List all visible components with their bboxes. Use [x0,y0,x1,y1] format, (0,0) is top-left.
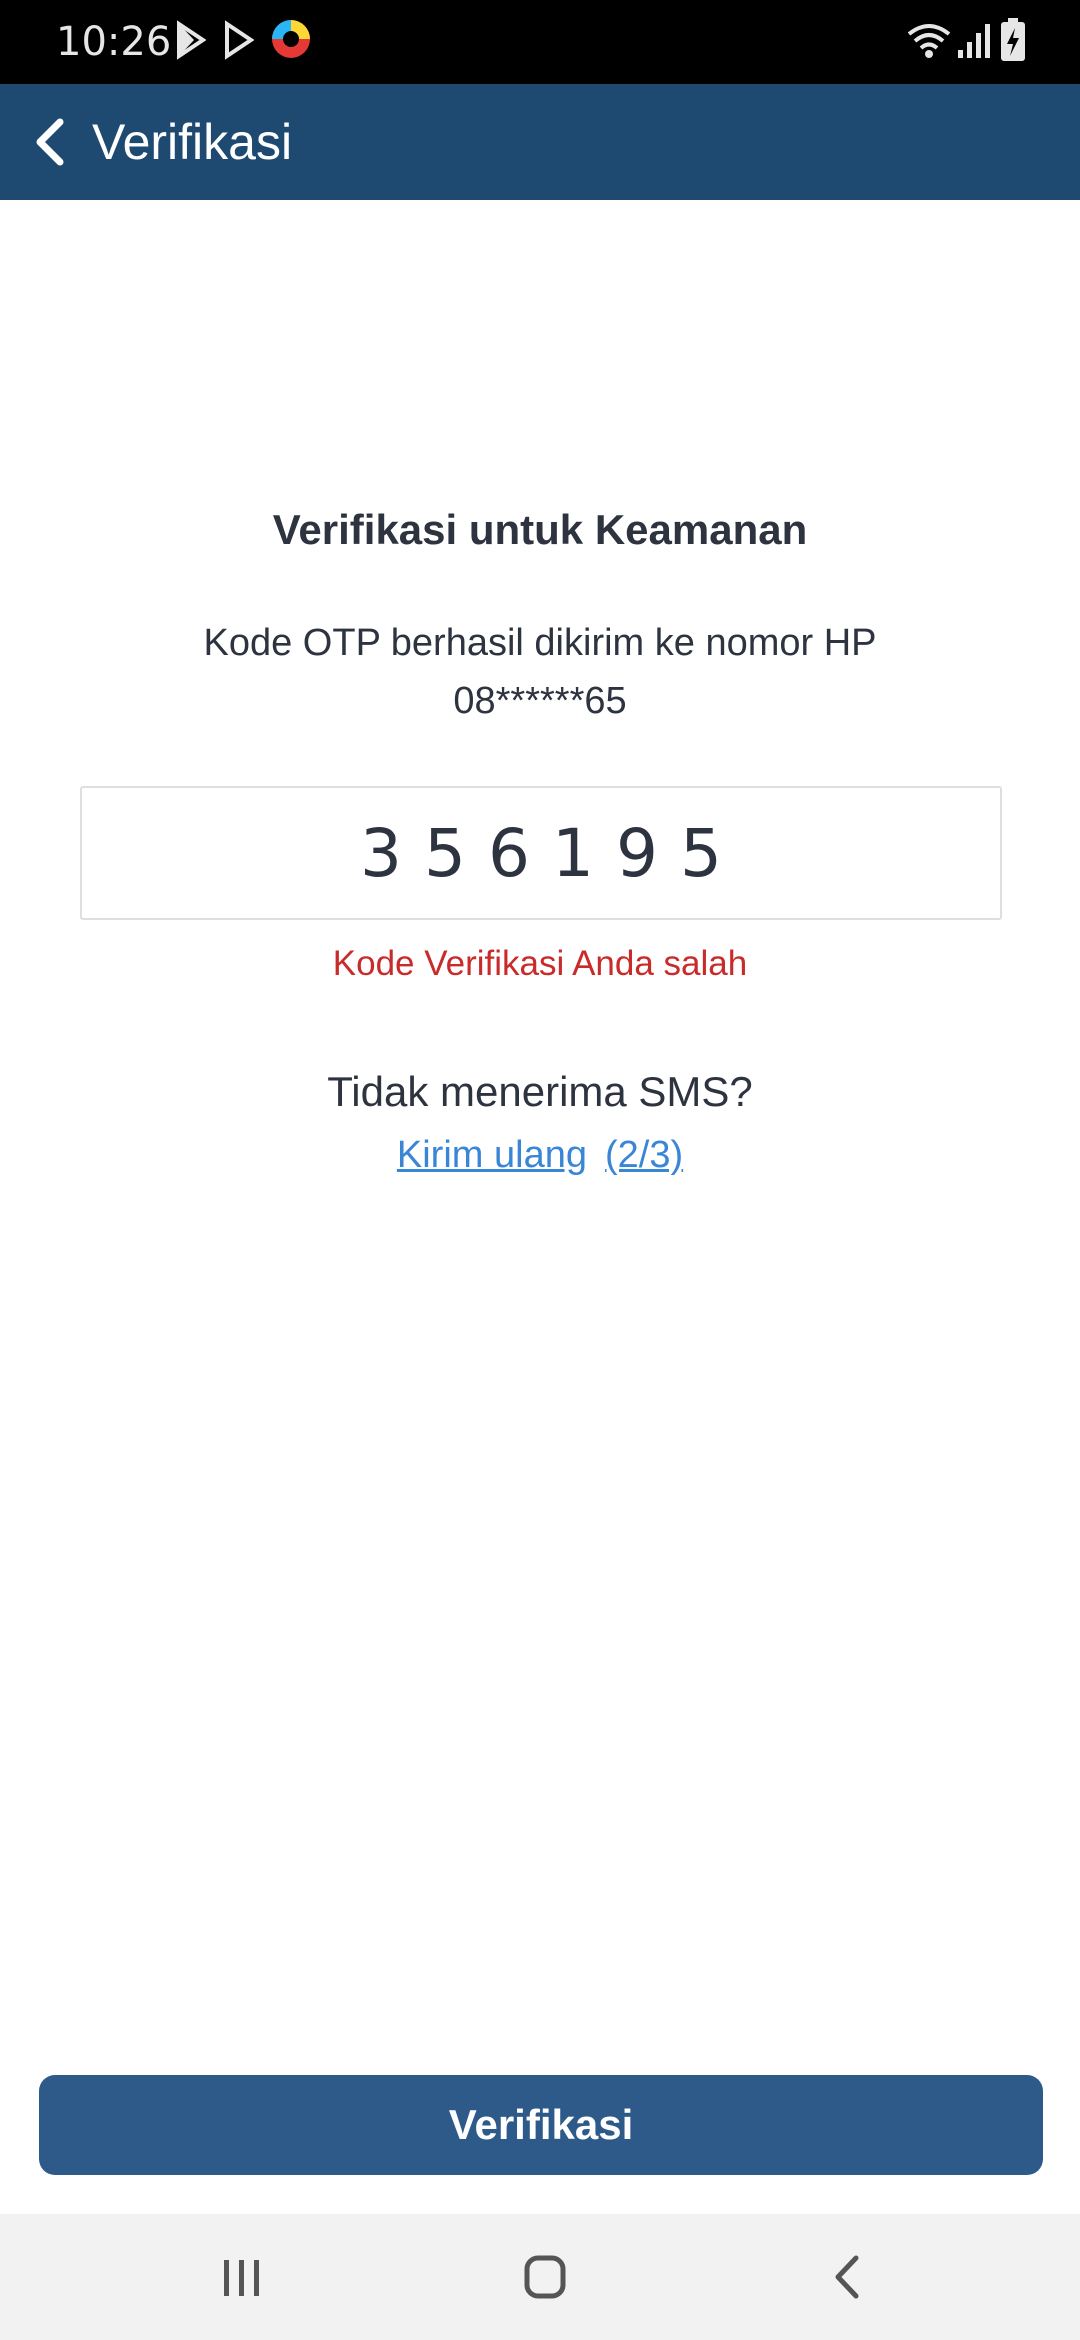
recent-apps-button[interactable] [202,2244,282,2310]
home-button[interactable] [505,2244,585,2310]
page-title: Verifikasi [92,114,293,170]
home-icon [505,2255,585,2314]
battery-charging-icon [1000,18,1026,67]
status-time: 10:26 [56,19,172,65]
otp-digit: 9 [616,814,658,892]
otp-digit: 5 [680,814,722,892]
otp-digit: 1 [552,814,594,892]
app-bar: Verifikasi [0,84,1080,200]
play-store-icon [176,20,207,65]
back-icon [808,2255,888,2314]
otp-digit: 6 [488,814,530,892]
resend-link[interactable]: Kirim ulang [397,1134,587,1176]
otp-input[interactable]: 3 5 6 1 9 5 [80,786,1002,920]
wifi-icon [906,20,952,65]
signal-icon [956,20,990,65]
otp-digit: 5 [424,814,466,892]
system-back-button[interactable] [808,2244,888,2310]
masked-phone-number: 08******65 [453,680,627,722]
resend-row: Kirim ulang (2/3) [0,1126,1080,1184]
resend-question: Tidak menerima SMS? [327,1068,753,1115]
verification-heading: Verifikasi untuk Keamanan [272,506,808,553]
otp-digit: 3 [360,814,402,892]
otp-info: Kode OTP berhasil dikirim ke nomor HP 08… [0,614,1080,730]
chevron-left-icon [14,118,90,184]
otp-info-line1: Kode OTP berhasil dikirim ke nomor HP [203,622,877,664]
recent-apps-icon [202,2260,282,2314]
colorful-app-icon [270,18,312,65]
play-store-outline-icon [224,20,255,65]
back-button[interactable] [14,104,90,180]
resend-count[interactable]: (2/3) [605,1134,683,1176]
status-bar: 10:26 [0,0,1080,84]
error-message: Kode Verifikasi Anda salah [332,944,748,983]
verify-button[interactable]: Verifikasi [39,2075,1043,2175]
navigation-bar [0,2214,1080,2340]
